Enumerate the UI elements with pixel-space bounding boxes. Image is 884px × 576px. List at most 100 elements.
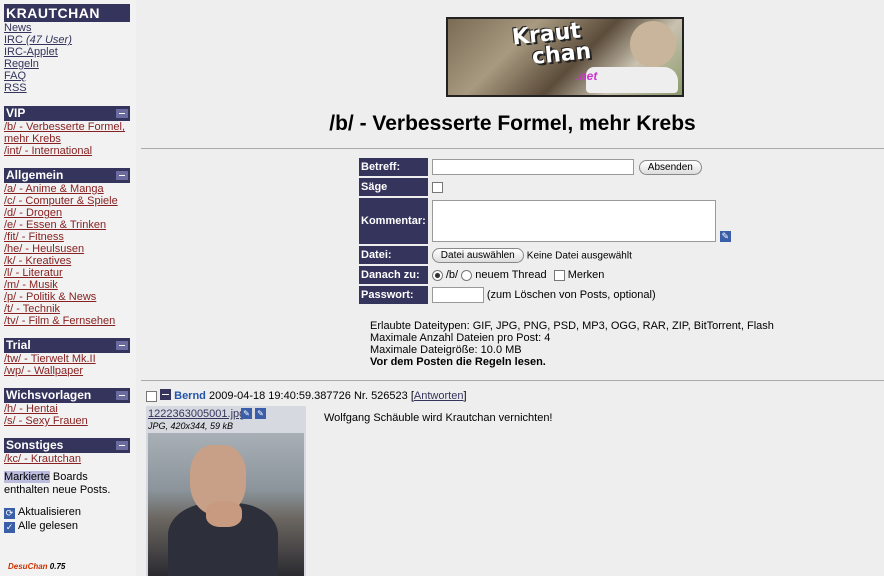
section-title: Allgemein	[6, 168, 64, 182]
password-hint: (zum Löschen von Posts, optional)	[486, 288, 656, 301]
legend-text-1: Boards	[49, 471, 88, 483]
section-vip: VIP	[4, 106, 130, 121]
upload-rules: Erlaubte Dateitypen: GIF, JPG, PNG, PSD,…	[370, 320, 774, 368]
board-link[interactable]: /wp/ - Wallpaper	[4, 365, 83, 377]
file-name-link[interactable]: 1222363005001.jpg	[148, 408, 245, 420]
reply-bracket-close: ]	[463, 390, 467, 402]
divider	[141, 148, 884, 149]
post-datetime: 2009-04-18 19:40:59.387726	[208, 390, 351, 402]
section-title: VIP	[6, 106, 26, 120]
post-select-checkbox[interactable]	[146, 390, 157, 402]
subject-label: Betreff:	[359, 158, 428, 176]
divider	[141, 380, 884, 381]
logo-face-graphic	[630, 21, 676, 67]
board-title: /b/ - Verbesserte Formel, mehr Krebs	[329, 112, 696, 135]
board-link[interactable]: /m/ - Musik	[4, 279, 58, 291]
section-wichsvorlagen-list: /h/ - Hentai /s/ - Sexy Frauen	[4, 403, 136, 427]
radio-new-thread[interactable]	[461, 269, 473, 281]
board-link-b[interactable]: /b/ - Verbesserte Formel, mehr Krebs	[4, 121, 125, 145]
post-header: Bernd 2009-04-18 19:40:59.387726 Nr. 526…	[146, 389, 467, 402]
board-link[interactable]: /tv/ - Film & Fernsehen	[4, 315, 115, 327]
after-label: Danach zu:	[359, 266, 428, 284]
subject-input[interactable]	[431, 159, 634, 175]
section-title: Wichsvorlagen	[6, 388, 92, 402]
top-links: News IRC (47 User) IRC-Applet Regeln FAQ…	[4, 22, 136, 94]
board-link-b-line1: /b/ - Verbesserte Formel,	[4, 121, 126, 133]
password-input[interactable]	[431, 287, 484, 303]
collapse-icon[interactable]	[116, 341, 128, 350]
section-allgemein-list: /a/ - Anime & Manga /c/ - Computer & Spi…	[4, 183, 136, 327]
board-link[interactable]: /k/ - Kreatives	[4, 255, 71, 267]
section-wichsvorlagen: Wichsvorlagen	[4, 388, 130, 403]
rules-line-3: Maximale Dateigröße: 10.0 MB	[370, 344, 522, 356]
edit-image-icon[interactable]: ✎	[241, 408, 252, 419]
post-form: Betreff: Absenden Säge Kommentar: ✎ Date…	[357, 156, 735, 306]
site-name: KRAUTCHAN	[4, 4, 130, 22]
post-number[interactable]: 526523	[371, 390, 408, 402]
collapse-icon[interactable]	[116, 109, 128, 118]
mark-all-read-button[interactable]: ✓ Alle gelesen	[4, 519, 136, 533]
refresh-button[interactable]: ⟳ Aktualisieren	[4, 505, 136, 519]
version-label: DesuChan 0.75	[8, 562, 65, 571]
board-link-int[interactable]: /int/ - International	[4, 145, 92, 157]
faq-link[interactable]: FAQ	[4, 70, 26, 82]
comment-textarea[interactable]	[431, 200, 716, 242]
remember-label: Merken	[567, 269, 605, 281]
remember-checkbox[interactable]	[553, 269, 565, 281]
irc-link[interactable]: IRC (47 User)	[4, 34, 72, 46]
rss-link[interactable]: RSS	[4, 82, 27, 94]
file-label: Datei:	[359, 246, 428, 264]
irc-label: IRC	[4, 34, 23, 46]
board-link[interactable]: /c/ - Computer & Spiele	[4, 195, 118, 207]
board-link[interactable]: /a/ - Anime & Manga	[4, 183, 104, 195]
section-sonstiges: Sonstiges	[4, 438, 130, 453]
edit-image-icon[interactable]: ✎	[255, 408, 266, 419]
comment-label: Kommentar:	[359, 198, 428, 244]
poster-name: Bernd	[174, 390, 206, 402]
collapse-icon[interactable]	[116, 391, 128, 400]
board-link[interactable]: /d/ - Drogen	[4, 207, 62, 219]
board-link[interactable]: /e/ - Essen & Trinken	[4, 219, 106, 231]
edit-icon[interactable]: ✎	[719, 231, 731, 242]
rules-link[interactable]: Regeln	[4, 58, 39, 70]
board-link[interactable]: /kc/ - Krautchan	[4, 453, 81, 465]
rules-line-1: Erlaubte Dateitypen: GIF, JPG, PNG, PSD,…	[370, 320, 774, 332]
radio-new-thread-label: neuem Thread	[475, 269, 547, 281]
post-file: 1222363005001.jpg ✎ ✎ JPG, 420x344, 59 k…	[146, 406, 306, 576]
sidebar: KRAUTCHAN News IRC (47 User) IRC-Applet …	[0, 0, 136, 576]
section-trial-list: /tw/ - Tierwelt Mk.II /wp/ - Wallpaper	[4, 353, 136, 377]
irc-applet-link[interactable]: IRC-Applet	[4, 46, 58, 58]
version-number: 0.75	[49, 562, 66, 571]
section-title: Trial	[6, 338, 31, 352]
legend-highlight: Markierte	[4, 471, 50, 483]
collapse-icon[interactable]	[116, 171, 128, 180]
board-link[interactable]: /p/ - Politik & News	[4, 291, 96, 303]
board-link[interactable]: /t/ - Technik	[4, 303, 60, 315]
radio-board[interactable]	[431, 269, 443, 281]
new-posts-legend: Markierte Boards enthalten neue Posts.	[4, 471, 136, 497]
collapse-icon[interactable]	[116, 441, 128, 450]
choose-file-button[interactable]: Datei auswählen	[431, 247, 524, 263]
board-link[interactable]: /l/ - Literatur	[4, 267, 63, 279]
file-status: Keine Datei ausgewählt	[526, 249, 632, 261]
legend-text-2: enthalten neue Posts.	[4, 484, 111, 496]
file-info: JPG, 420x344, 59 kB	[148, 421, 234, 431]
rules-line-2: Maximale Anzahl Dateien pro Post: 4	[370, 332, 551, 344]
board-link[interactable]: /fit/ - Fitness	[4, 231, 64, 243]
password-label: Passwort:	[359, 286, 428, 304]
board-link[interactable]: /s/ - Sexy Frauen	[4, 415, 88, 427]
post-thumbnail[interactable]	[148, 433, 304, 576]
news-link[interactable]: News	[4, 22, 32, 34]
site-logo-banner[interactable]: Kraut chan .net	[446, 17, 684, 97]
section-vip-list: /b/ - Verbesserte Formel, mehr Krebs /int…	[4, 121, 136, 157]
reply-link[interactable]: Antworten	[414, 390, 464, 402]
board-link[interactable]: /he/ - Heulsusen	[4, 243, 84, 255]
refresh-icon: ⟳	[4, 508, 15, 519]
board-link-b-line2: mehr Krebs	[4, 133, 61, 145]
logo-text-suffix: .net	[576, 69, 598, 83]
board-link[interactable]: /tw/ - Tierwelt Mk.II	[4, 353, 96, 365]
submit-button[interactable]: Absenden	[638, 159, 702, 175]
board-link[interactable]: /h/ - Hentai	[4, 403, 58, 415]
hide-thread-icon[interactable]	[160, 389, 172, 400]
sage-checkbox[interactable]	[431, 181, 443, 193]
